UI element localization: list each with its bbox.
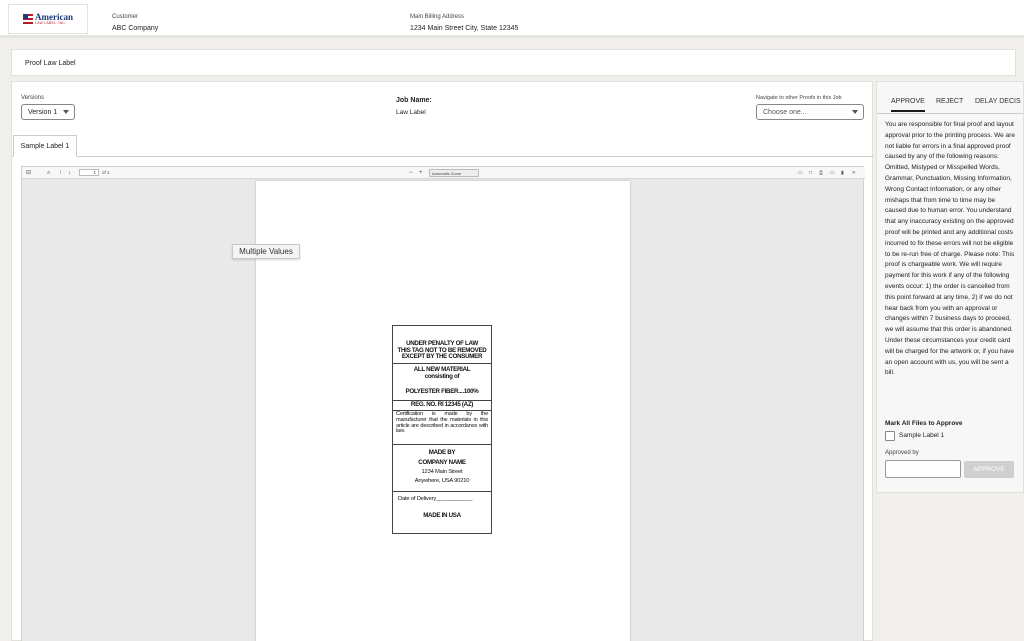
approved-by-input[interactable] xyxy=(885,460,961,478)
open-file-icon[interactable]: □ xyxy=(809,169,812,177)
fiber-content: POLYESTER FIBER....100% xyxy=(405,388,479,395)
versions-label: Versions xyxy=(21,95,45,101)
customer-value: ABC Company xyxy=(112,25,159,32)
law-label-material: ALL NEW MATERIAL consisting of POLYESTER… xyxy=(393,364,491,401)
presentation-mode-icon[interactable]: ▭ xyxy=(798,169,803,177)
registration-number: REG. NO. RI 12345 (AZ) xyxy=(410,401,474,408)
sample-label-1-checkbox-label[interactable]: Sample Label 1 xyxy=(899,432,944,439)
law-label-footer: Date of Delivery____________ MADE IN USA xyxy=(393,492,491,520)
billing-address-value: 1234 Main Street City, State 12345 xyxy=(410,25,519,32)
header-bar: American LAW LABEL, INC. Customer ABC Co… xyxy=(0,0,1024,38)
certification-text: Certification is made by the manufacture… xyxy=(396,411,488,435)
approve-button[interactable]: APPROVE xyxy=(964,461,1014,478)
version-select-value: Version 1 xyxy=(28,108,58,116)
previous-page-icon[interactable]: ↑ xyxy=(59,169,62,177)
date-of-delivery: Date of Delivery____________ xyxy=(398,496,473,502)
approved-by-label: Approved by xyxy=(885,450,919,456)
tab-sample-label-1[interactable]: Sample Label 1 xyxy=(13,135,77,157)
search-icon[interactable]: ⌕ xyxy=(47,169,50,177)
navigate-proofs-placeholder: Choose one... xyxy=(763,108,807,116)
version-select[interactable]: Version 1 xyxy=(21,104,75,120)
made-by: MADE BY xyxy=(428,449,456,456)
law-label-maker: MADE BY COMPANY NAME 1234 Main Street An… xyxy=(393,445,491,492)
company-street: 1234 Main Street xyxy=(421,469,463,475)
next-page-icon[interactable]: ↓ xyxy=(68,169,71,177)
approval-terms: You are responsible for final proof and … xyxy=(885,121,1015,377)
print-icon[interactable]: ⎙ xyxy=(819,169,823,177)
law-label-certification: Certification is made by the manufacture… xyxy=(393,411,491,445)
sidebar-toggle-icon[interactable]: ⊟ xyxy=(26,169,31,177)
law-label-warning: UNDER PENALTY OF LAW THIS TAG NOT TO BE … xyxy=(393,326,491,364)
bookmark-icon[interactable]: ▮ xyxy=(841,169,844,177)
customer-label: Customer xyxy=(112,14,139,20)
billing-address-label: Main Billing Address xyxy=(410,14,465,20)
law-label-artwork: UNDER PENALTY OF LAW THIS TAG NOT TO BE … xyxy=(392,325,492,534)
download-icon[interactable]: ▭ xyxy=(830,169,835,177)
tools-menu-icon[interactable]: » xyxy=(852,169,855,177)
navigate-proofs-select[interactable]: Choose one... xyxy=(756,104,864,120)
page-number-input[interactable]: 1 xyxy=(79,169,99,176)
tab-delay-decision[interactable]: DELAY DECIS xyxy=(975,98,1021,105)
zoom-select[interactable]: Automatic Zoom xyxy=(429,169,479,177)
mark-all-label: Mark All Files to Approve xyxy=(885,420,963,427)
approval-panel: APPROVE REJECT DELAY DECIS You are respo… xyxy=(876,81,1024,493)
tab-approve[interactable]: APPROVE xyxy=(891,98,925,112)
tab-reject[interactable]: REJECT xyxy=(936,98,963,105)
company-name: COMPANY NAME xyxy=(418,458,466,466)
chevron-down-icon xyxy=(852,110,858,114)
company-city: Anywhere, USA 90210 xyxy=(414,478,470,485)
law-label-reg: REG. NO. RI 12345 (AZ) xyxy=(393,401,491,411)
warning-line-3: EXCEPT BY THE CONSUMER xyxy=(401,353,483,360)
company-logo[interactable]: American LAW LABEL, INC. xyxy=(8,4,88,34)
approval-tabs: APPROVE REJECT DELAY DECIS xyxy=(877,94,1023,114)
zoom-out-icon[interactable]: − xyxy=(409,169,413,177)
multiple-values-tooltip: Multiple Values xyxy=(232,244,300,259)
sample-label-1-checkbox[interactable] xyxy=(885,431,895,441)
page-count: of 1 xyxy=(102,170,110,175)
made-in-usa: MADE IN USA xyxy=(423,512,461,520)
navigate-proofs-label: Navigate to other Proofs in this Job xyxy=(756,95,842,101)
zoom-in-icon[interactable]: + xyxy=(419,169,423,177)
file-tabs: Sample Label 1 xyxy=(12,135,874,157)
material-line-2: consisting of xyxy=(424,372,460,380)
job-name-value: Law Label xyxy=(396,109,426,116)
flag-icon xyxy=(23,14,33,24)
chevron-down-icon xyxy=(63,110,69,114)
job-name-label: Job Name: xyxy=(396,97,432,104)
page-title-panel: Proof Law Label xyxy=(11,49,1016,76)
page-title: Proof Law Label xyxy=(25,60,76,67)
pdf-toolbar: ⊟ ⌕ ↑ ↓ 1 of 1 − + Automatic Zoom ▭ □ ⎙ … xyxy=(22,167,865,179)
logo-tagline: LAW LABEL, INC. xyxy=(35,20,67,25)
